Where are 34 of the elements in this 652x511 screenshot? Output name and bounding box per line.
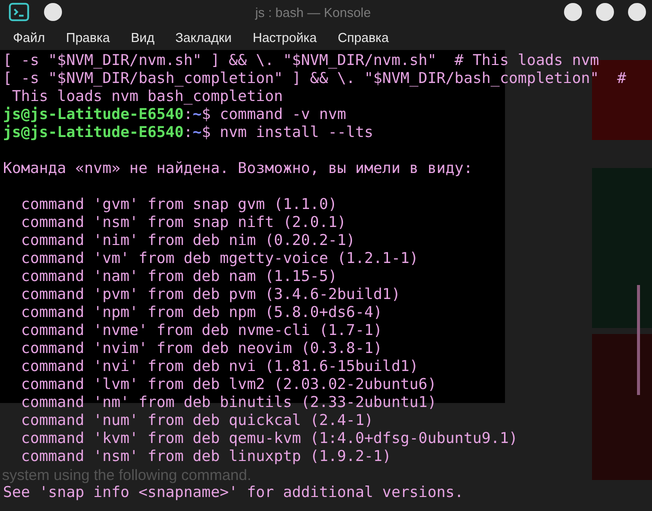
terminal-line: command 'lvm' from deb lvm2 (2.03.02-2ubuntu6) [20, 375, 438, 393]
terminal-line: See 'snap info <snapname>' for additional versions. [3, 483, 465, 501]
terminal-line: command 'nvme' from deb nvme-cli (1.7-1) [20, 321, 384, 339]
terminal-line: command 'nvim' from deb neovim (0.3.8-1) [20, 339, 384, 357]
terminal-line: js@js-Latitude-E6540:~$ command -v nvm [2, 105, 348, 123]
menu-item[interactable]: Правка [66, 30, 110, 44]
terminal-line: command 'nm' from deb binutils (2.33-2ubuntu1) [20, 393, 438, 411]
terminal-line: js@js-Latitude-E6540:~$ nvm install --lts [2, 123, 374, 141]
terminal-line: This loads nvm bash_completion [11, 87, 284, 105]
close-button[interactable] [628, 3, 646, 21]
terminal-line: Команда «nvm» не найдена. Возможно, вы имели в виду: [2, 159, 474, 177]
terminal-line: command 'nsm' from snap nift (2.0.1) [20, 213, 348, 231]
terminal-line: command 'nvi' from deb nvi (1.81.6-15build1) [20, 357, 420, 375]
terminal-line: command 'pvm' from deb pvm (3.4.6-2build1) [20, 285, 402, 303]
menu-item[interactable]: Справка [338, 30, 389, 44]
terminal-line: command 'nam' from deb nam (1.15-5) [20, 267, 338, 285]
terminal-line: command 'gvm' from snap gvm (1.1.0) [20, 195, 338, 213]
pin-button[interactable] [44, 3, 62, 21]
maximize-button[interactable] [596, 3, 614, 21]
terminal-line: command 'kvm' from deb qemu-kvm (1:4.0+dfsg-0ubuntu9.1) [20, 429, 519, 447]
minimize-button[interactable] [564, 3, 582, 21]
terminal-line: command 'num' from deb quickcal (2.4-1) [20, 411, 374, 429]
window-title: js : bash — Konsole [254, 4, 372, 20]
terminal-icon [8, 1, 30, 23]
terminal-line: command 'nim' from deb nim (0.20.2-1) [20, 231, 356, 249]
terminal-line: command 'vm' from deb mgetty-voice (1.2.1-1) [20, 249, 420, 267]
menu-item[interactable]: Вид [130, 30, 154, 44]
menu-item[interactable]: Файл [13, 30, 45, 44]
menu-item[interactable]: Настройка [252, 30, 317, 44]
terminal-line: command 'nsm' from deb linuxptp (1.9.2-1) [20, 447, 392, 465]
terminal-line: command 'npm' from deb npm (5.8.0+ds6-4) [20, 303, 384, 321]
terminal-line: [ -s "$NVM_DIR/nvm.sh" ] && \. "$NVM_DIR/nvm.sh" # This loads nvm [2, 51, 600, 69]
menu-item[interactable]: Закладки [175, 30, 232, 44]
terminal-line: [ -s "$NVM_DIR/bash_completion" ] && \. "$NVM_DIR/bash_completion" # [2, 69, 628, 87]
